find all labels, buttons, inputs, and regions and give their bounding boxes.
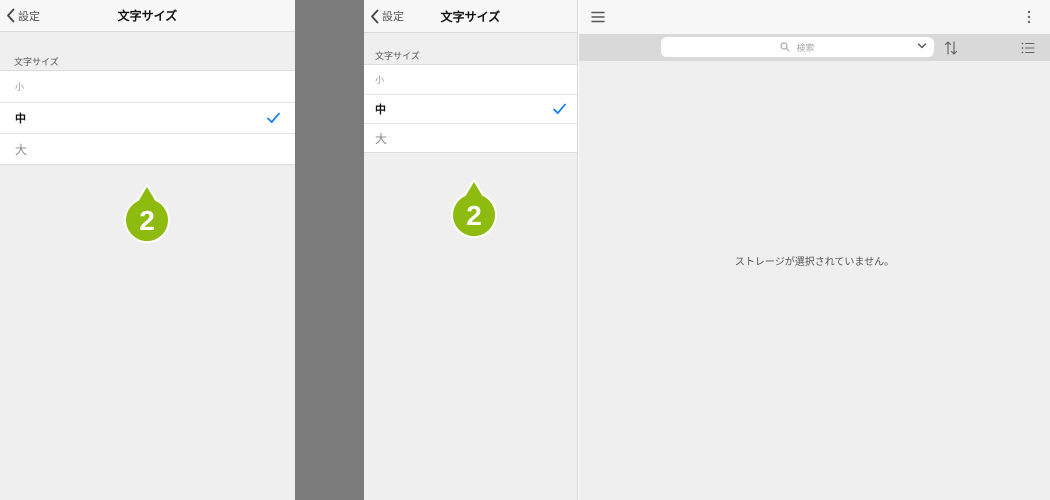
search-bar: 検索 bbox=[579, 34, 1050, 61]
list-view-button[interactable] bbox=[1018, 38, 1038, 58]
menu-button[interactable] bbox=[589, 8, 607, 26]
back-button[interactable]: 設定 bbox=[6, 0, 40, 31]
navigation-bar: 設定 文字サイズ bbox=[0, 0, 295, 32]
checkmark-icon bbox=[267, 112, 280, 123]
hamburger-menu-icon bbox=[591, 11, 605, 23]
section-header: 文字サイズ bbox=[375, 52, 420, 62]
panel-separator bbox=[295, 0, 364, 500]
right-main-panel: 検索 ストレージが選択されていません。 bbox=[579, 0, 1050, 500]
step-number: 2 bbox=[466, 200, 482, 231]
step-marker: 2 bbox=[123, 183, 171, 247]
section-header: 文字サイズ bbox=[14, 58, 59, 68]
option-label: 大 bbox=[375, 131, 388, 146]
font-size-option-medium[interactable]: 中 bbox=[364, 94, 577, 123]
font-size-option-large[interactable]: 大 bbox=[0, 133, 295, 164]
font-size-option-small[interactable]: 小 bbox=[364, 65, 577, 94]
more-vertical-icon bbox=[1027, 10, 1031, 24]
empty-state-message: ストレージが選択されていません。 bbox=[734, 257, 895, 268]
font-size-option-medium[interactable]: 中 bbox=[0, 102, 295, 133]
checkmark-icon bbox=[553, 103, 566, 114]
top-toolbar bbox=[579, 0, 1050, 34]
middle-settings-panel: 設定 文字サイズ 文字サイズ 小 中 大 2 bbox=[364, 0, 578, 500]
search-icon bbox=[780, 42, 791, 52]
sort-arrows-icon bbox=[944, 41, 958, 55]
more-options-button[interactable] bbox=[1020, 8, 1038, 26]
left-settings-panel: 設定 文字サイズ 文字サイズ 小 中 大 2 bbox=[0, 0, 295, 500]
font-size-option-small[interactable]: 小 bbox=[0, 71, 295, 102]
option-label: 大 bbox=[15, 142, 28, 157]
back-button[interactable]: 設定 bbox=[370, 0, 404, 32]
font-size-option-list: 小 中 大 bbox=[0, 70, 295, 165]
option-label: 小 bbox=[375, 76, 385, 86]
chevron-down-icon[interactable] bbox=[917, 42, 927, 50]
search-placeholder: 検索 bbox=[796, 43, 815, 54]
back-button-label: 設定 bbox=[18, 9, 40, 23]
list-view-icon bbox=[1021, 42, 1035, 54]
font-size-option-large[interactable]: 大 bbox=[364, 123, 577, 152]
option-label: 小 bbox=[15, 83, 25, 93]
sort-button[interactable] bbox=[941, 38, 961, 58]
option-label: 中 bbox=[15, 112, 26, 125]
font-size-option-list: 小 中 大 bbox=[364, 64, 577, 153]
search-input[interactable]: 検索 bbox=[661, 37, 934, 57]
back-button-label: 設定 bbox=[382, 10, 404, 23]
step-marker: 2 bbox=[450, 178, 498, 242]
navigation-bar: 設定 文字サイズ bbox=[364, 0, 577, 33]
chevron-left-icon bbox=[371, 9, 379, 23]
step-number: 2 bbox=[139, 205, 155, 236]
option-label: 中 bbox=[375, 103, 386, 116]
page-title: 文字サイズ bbox=[117, 9, 178, 23]
chevron-left-icon bbox=[7, 8, 15, 23]
